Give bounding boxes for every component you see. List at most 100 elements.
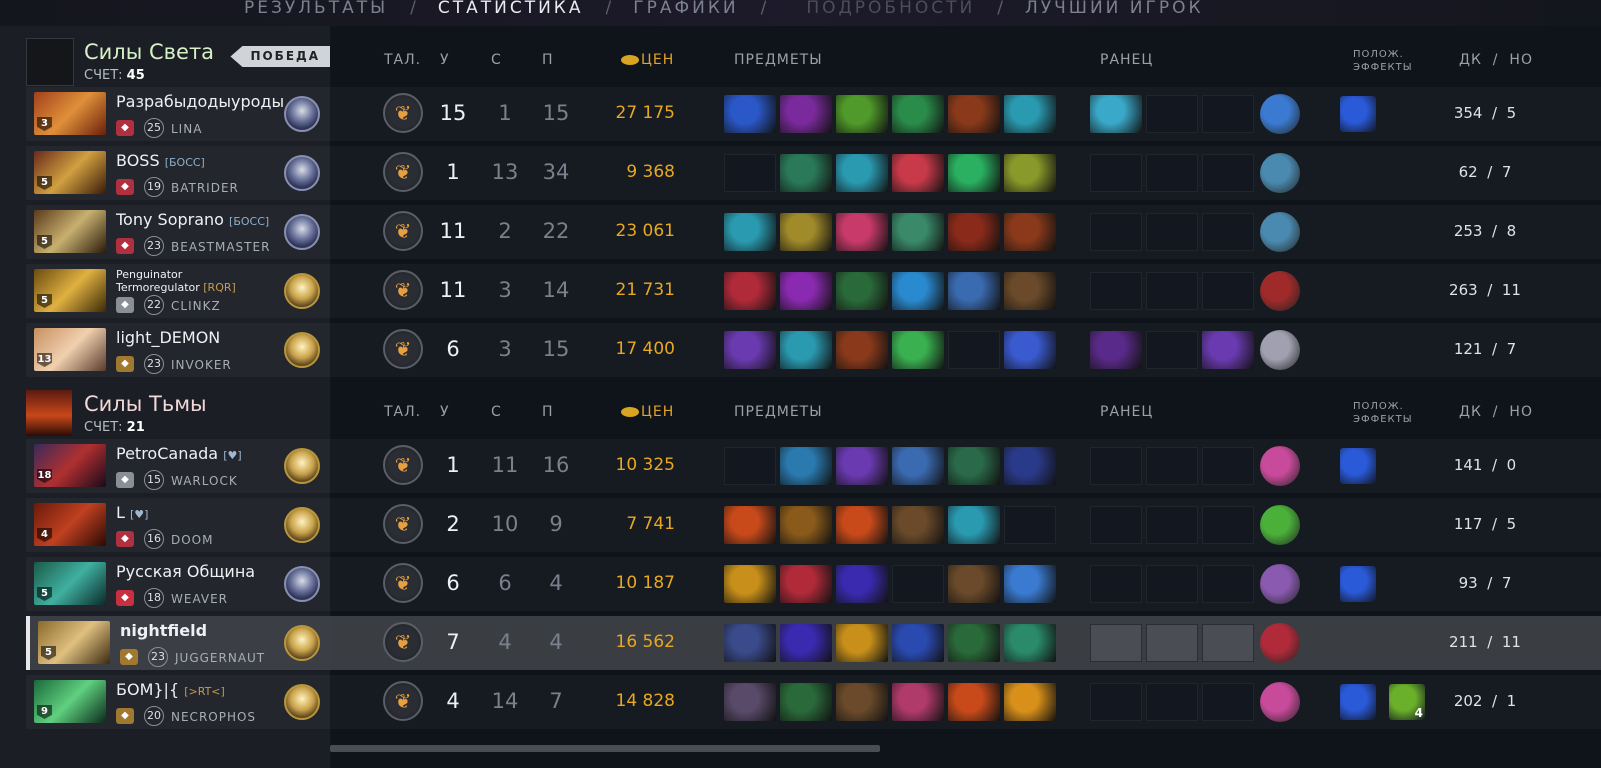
neutral-item-icon[interactable]: [1260, 153, 1300, 193]
player-name[interactable]: BOSS [БОСС]: [116, 151, 205, 172]
item-icon[interactable]: [780, 624, 832, 662]
backpack-item-icon[interactable]: [1090, 95, 1142, 133]
neutral-item-icon[interactable]: [1260, 564, 1300, 604]
buff-icon[interactable]: [1340, 684, 1376, 720]
neutral-item-icon[interactable]: [1260, 505, 1300, 545]
player-name[interactable]: L [♥]: [116, 503, 148, 524]
item-icon[interactable]: [892, 331, 944, 369]
player-name[interactable]: Разрабыдодыуроды: [116, 92, 284, 113]
neutral-item-icon[interactable]: [1260, 330, 1300, 370]
item-icon[interactable]: [892, 506, 944, 544]
item-icon[interactable]: [724, 95, 776, 133]
player-row[interactable]: 9 БОМ}|{ [>RT<] ◆ 20 NECROPHOS: [26, 675, 330, 729]
tab-results[interactable]: РЕЗУЛЬТАТЫ: [244, 0, 388, 18]
item-icon[interactable]: [892, 624, 944, 662]
player-row[interactable]: 3 Разрабыдодыуроды ◆ 25 LINA: [26, 87, 330, 141]
horizontal-scrollbar[interactable]: [330, 745, 880, 752]
neutral-item-icon[interactable]: [1260, 94, 1300, 134]
talent-tree-icon[interactable]: ❦: [383, 152, 423, 192]
item-icon[interactable]: [1004, 272, 1056, 310]
neutral-item-icon[interactable]: [1260, 271, 1300, 311]
player-row[interactable]: 4 L [♥] ◆ 16 DOOM: [26, 498, 330, 552]
item-icon[interactable]: [948, 272, 1000, 310]
item-icon[interactable]: [780, 213, 832, 251]
item-icon[interactable]: [1004, 331, 1056, 369]
item-icon[interactable]: [948, 565, 1000, 603]
rank-medal-icon[interactable]: [284, 214, 320, 250]
buff-icon[interactable]: 4: [1389, 684, 1425, 720]
item-icon[interactable]: [836, 506, 888, 544]
buff-icon[interactable]: [1340, 96, 1376, 132]
item-icon[interactable]: [724, 683, 776, 721]
item-icon[interactable]: [1004, 213, 1056, 251]
backpack-item-icon[interactable]: [1090, 331, 1142, 369]
item-icon[interactable]: [724, 506, 776, 544]
player-row[interactable]: 5 Penguinator Termoregulator [RQR] ◆ 22 CLIN…: [26, 264, 330, 318]
player-row[interactable]: 13 light_DEMON ◆ 23 INVOKER: [26, 323, 330, 377]
item-icon[interactable]: [836, 683, 888, 721]
item-icon[interactable]: [892, 447, 944, 485]
player-name[interactable]: Tony Soprano [БОСС]: [116, 210, 269, 231]
item-icon[interactable]: [948, 213, 1000, 251]
talent-tree-icon[interactable]: ❦: [383, 211, 423, 251]
player-name[interactable]: light_DEMON: [116, 328, 220, 349]
item-icon[interactable]: [836, 95, 888, 133]
player-row[interactable]: 5 nightfield ◆ 23 JUGGERNAUT: [26, 616, 330, 670]
talent-tree-icon[interactable]: ❦: [383, 329, 423, 369]
tab-statistics[interactable]: СТАТИСТИКА: [438, 0, 584, 18]
talent-tree-icon[interactable]: ❦: [383, 563, 423, 603]
item-icon[interactable]: [780, 565, 832, 603]
item-icon[interactable]: [780, 272, 832, 310]
neutral-item-icon[interactable]: [1260, 446, 1300, 486]
item-icon[interactable]: [724, 331, 776, 369]
player-name[interactable]: PetroCanada [♥]: [116, 444, 242, 465]
item-icon[interactable]: [892, 95, 944, 133]
item-icon[interactable]: [780, 683, 832, 721]
talent-tree-icon[interactable]: ❦: [383, 270, 423, 310]
item-icon[interactable]: [836, 624, 888, 662]
player-name[interactable]: Penguinator Termoregulator [RQR]: [116, 268, 256, 294]
player-name[interactable]: nightfield: [120, 621, 207, 642]
talent-tree-icon[interactable]: ❦: [383, 504, 423, 544]
player-row[interactable]: 5 Русская Община ◆ 18 WEAVER: [26, 557, 330, 611]
item-icon[interactable]: [836, 565, 888, 603]
item-icon[interactable]: [948, 506, 1000, 544]
item-icon[interactable]: [1004, 683, 1056, 721]
player-name[interactable]: Русская Община: [116, 562, 255, 583]
player-name[interactable]: БОМ}|{ [>RT<]: [116, 680, 225, 701]
item-icon[interactable]: [836, 154, 888, 192]
backpack-item-icon[interactable]: [1202, 331, 1254, 369]
talent-tree-icon[interactable]: ❦: [383, 93, 423, 133]
player-row[interactable]: 18 PetroCanada [♥] ◆ 15 WARLOCK: [26, 439, 330, 493]
item-icon[interactable]: [836, 213, 888, 251]
rank-medal-icon[interactable]: [284, 507, 320, 543]
rank-medal-icon[interactable]: [284, 155, 320, 191]
item-icon[interactable]: [780, 447, 832, 485]
buff-icon[interactable]: [1340, 448, 1376, 484]
player-row[interactable]: 5 BOSS [БОСС] ◆ 19 BATRIDER: [26, 146, 330, 200]
item-icon[interactable]: [836, 272, 888, 310]
item-icon[interactable]: [892, 154, 944, 192]
rank-medal-icon[interactable]: [284, 625, 320, 661]
item-icon[interactable]: [892, 272, 944, 310]
rank-medal-icon[interactable]: [284, 96, 320, 132]
tab-graphs[interactable]: ГРАФИКИ: [633, 0, 738, 18]
item-icon[interactable]: [948, 683, 1000, 721]
rank-medal-icon[interactable]: [284, 273, 320, 309]
buff-icon[interactable]: [1340, 566, 1376, 602]
rank-medal-icon[interactable]: [284, 448, 320, 484]
item-icon[interactable]: [724, 272, 776, 310]
talent-tree-icon[interactable]: ❦: [383, 681, 423, 721]
rank-medal-icon[interactable]: [284, 684, 320, 720]
item-icon[interactable]: [724, 624, 776, 662]
item-icon[interactable]: [724, 213, 776, 251]
item-icon[interactable]: [724, 565, 776, 603]
item-icon[interactable]: [1004, 154, 1056, 192]
item-icon[interactable]: [948, 154, 1000, 192]
item-icon[interactable]: [1004, 565, 1056, 603]
item-icon[interactable]: [892, 683, 944, 721]
player-row[interactable]: 5 Tony Soprano [БОСС] ◆ 23 BEASTMASTER: [26, 205, 330, 259]
neutral-item-icon[interactable]: [1260, 682, 1300, 722]
talent-tree-icon[interactable]: ❦: [383, 622, 423, 662]
item-icon[interactable]: [948, 447, 1000, 485]
